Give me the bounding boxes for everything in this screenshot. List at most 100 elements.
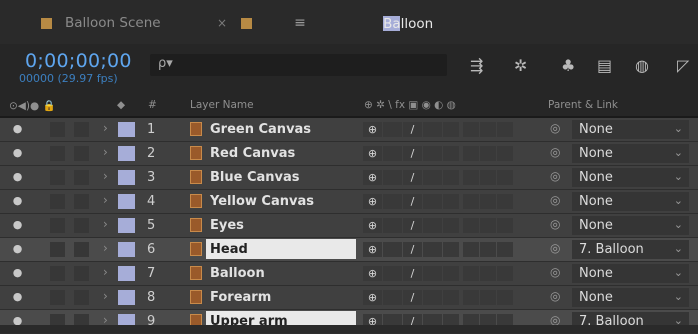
pickwhip-icon[interactable]: ◎	[550, 121, 560, 136]
solo-toggle[interactable]	[50, 290, 65, 305]
shy-switch-icon[interactable]: ⊕	[363, 170, 382, 185]
pickwhip-icon[interactable]: ◎	[550, 169, 560, 184]
3d-layer-switch[interactable]	[497, 122, 513, 137]
tab-balloon-scene[interactable]: Balloon Scene	[41, 11, 161, 35]
solo-toggle[interactable]	[50, 266, 65, 281]
label-color-swatch[interactable]	[118, 266, 135, 281]
motion-blur-switch[interactable]	[463, 194, 479, 209]
draft-3d-icon[interactable]: ✲	[514, 56, 527, 75]
shy-switch-icon[interactable]: ⊕	[363, 146, 382, 161]
layer-name[interactable]: Red Canvas	[210, 146, 295, 161]
chevron-right-icon[interactable]: ›	[103, 169, 108, 184]
parent-dropdown[interactable]: None ⌄	[572, 144, 689, 163]
collapse-switch[interactable]	[383, 146, 402, 161]
quality-switch-icon[interactable]: /	[403, 194, 422, 209]
pickwhip-icon[interactable]: ◎	[550, 289, 560, 304]
label-color-swatch[interactable]	[118, 290, 135, 305]
chevron-right-icon[interactable]: ›	[103, 289, 108, 304]
layer-name[interactable]: Yellow Canvas	[210, 194, 314, 209]
lock-toggle[interactable]	[74, 242, 89, 257]
motion-blur-switch[interactable]	[463, 266, 479, 281]
frame-blend-switch[interactable]	[443, 266, 459, 281]
current-time-display[interactable]: 0;00;00;00	[25, 50, 132, 72]
3d-layer-switch[interactable]	[497, 170, 513, 185]
parent-dropdown[interactable]: None ⌄	[572, 168, 689, 187]
adjustment-switch[interactable]	[480, 194, 496, 209]
layer-row[interactable]: ● › 2 Red Canvas ⊕ / ◎ None ⌄	[0, 142, 698, 166]
effect-switch[interactable]	[423, 290, 442, 305]
frame-blend-switch[interactable]	[443, 242, 459, 257]
collapse-switch[interactable]	[383, 242, 402, 257]
layer-search-input[interactable]: ρ▾	[150, 54, 447, 76]
chevron-right-icon[interactable]: ›	[103, 265, 108, 280]
3d-layer-switch[interactable]	[497, 146, 513, 161]
effect-switch[interactable]	[423, 218, 442, 233]
effect-switch[interactable]	[423, 170, 442, 185]
collapse-switch[interactable]	[383, 170, 402, 185]
label-color-swatch[interactable]	[118, 218, 135, 233]
chevron-right-icon[interactable]: ›	[103, 241, 108, 256]
video-visibility-icon[interactable]: ●	[11, 218, 24, 231]
layer-name[interactable]: Balloon	[210, 266, 265, 281]
parent-dropdown[interactable]: 7. Balloon ⌄	[572, 240, 689, 259]
video-visibility-icon[interactable]: ●	[11, 194, 24, 207]
layer-name[interactable]: Blue Canvas	[210, 170, 300, 185]
graph-editor-icon[interactable]: ◸	[677, 56, 689, 75]
lock-toggle[interactable]	[74, 290, 89, 305]
pickwhip-icon[interactable]: ◎	[550, 265, 560, 280]
frame-blend-switch[interactable]	[443, 170, 459, 185]
shy-switch-icon[interactable]: ⊕	[363, 218, 382, 233]
shy-switch-icon[interactable]: ⊕	[363, 290, 382, 305]
chevron-right-icon[interactable]: ›	[103, 193, 108, 208]
motion-blur-switch[interactable]	[463, 242, 479, 257]
label-color-swatch[interactable]	[118, 146, 135, 161]
adjustment-switch[interactable]	[480, 122, 496, 137]
parent-dropdown[interactable]: None ⌄	[572, 216, 689, 235]
motion-blur-icon[interactable]: ◍	[635, 56, 649, 75]
solo-toggle[interactable]	[50, 242, 65, 257]
video-visibility-icon[interactable]: ●	[11, 146, 24, 159]
solo-toggle[interactable]	[50, 194, 65, 209]
effect-switch[interactable]	[423, 146, 442, 161]
collapse-switch[interactable]	[383, 194, 402, 209]
adjustment-switch[interactable]	[480, 218, 496, 233]
layer-row[interactable]: ● › 1 Green Canvas ⊕ / ◎ None ⌄	[0, 118, 698, 142]
adjustment-switch[interactable]	[480, 290, 496, 305]
layer-row[interactable]: ● › 5 Eyes ⊕ / ◎ None ⌄	[0, 214, 698, 238]
lock-toggle[interactable]	[74, 266, 89, 281]
video-visibility-icon[interactable]: ●	[11, 170, 24, 183]
effect-switch[interactable]	[423, 194, 442, 209]
video-visibility-icon[interactable]: ●	[11, 122, 24, 135]
shy-switch-icon[interactable]: ⊕	[363, 194, 382, 209]
shy-switch-icon[interactable]: ⊕	[363, 266, 382, 281]
lock-toggle[interactable]	[74, 170, 89, 185]
pickwhip-icon[interactable]: ◎	[550, 145, 560, 160]
collapse-switch[interactable]	[383, 266, 402, 281]
shy-layers-icon[interactable]: ♣	[561, 56, 575, 75]
chevron-right-icon[interactable]: ›	[103, 217, 108, 232]
adjustment-switch[interactable]	[480, 146, 496, 161]
layer-row[interactable]: ● › 4 Yellow Canvas ⊕ / ◎ None ⌄	[0, 190, 698, 214]
effect-switch[interactable]	[423, 242, 442, 257]
parent-dropdown[interactable]: None ⌄	[572, 120, 689, 139]
effect-switch[interactable]	[423, 266, 442, 281]
chevron-right-icon[interactable]: ›	[103, 145, 108, 160]
quality-switch-icon[interactable]: /	[403, 122, 422, 137]
quality-switch-icon[interactable]: /	[403, 218, 422, 233]
collapse-switch[interactable]	[383, 122, 402, 137]
3d-layer-switch[interactable]	[497, 194, 513, 209]
frame-blend-switch[interactable]	[443, 146, 459, 161]
solo-toggle[interactable]	[50, 122, 65, 137]
panel-menu-icon[interactable]: ≡	[294, 15, 306, 31]
close-icon[interactable]: ×	[217, 16, 227, 30]
lock-toggle[interactable]	[74, 122, 89, 137]
label-color-swatch[interactable]	[118, 242, 135, 257]
quality-switch-icon[interactable]: /	[403, 266, 422, 281]
quality-switch-icon[interactable]: /	[403, 290, 422, 305]
quality-switch-icon[interactable]: /	[403, 170, 422, 185]
layer-name-column-header[interactable]: Layer Name	[190, 99, 254, 111]
layer-name[interactable]: Forearm	[210, 290, 271, 305]
frame-blend-switch[interactable]	[443, 122, 459, 137]
video-visibility-icon[interactable]: ●	[11, 242, 24, 255]
layer-row[interactable]: ● › 3 Blue Canvas ⊕ / ◎ None ⌄	[0, 166, 698, 190]
